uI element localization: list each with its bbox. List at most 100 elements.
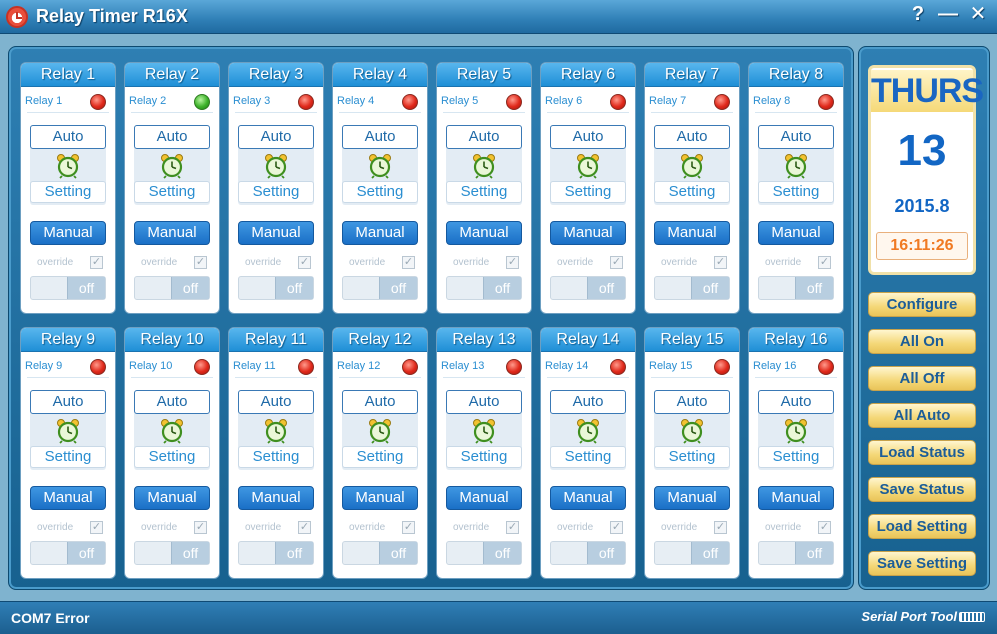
manual-button[interactable]: Manual xyxy=(134,486,210,510)
brand-logo: Serial Port Tool xyxy=(861,609,985,624)
override-checkbox[interactable]: ✓ xyxy=(714,521,727,534)
manual-button[interactable]: Manual xyxy=(550,221,626,245)
override-checkbox[interactable]: ✓ xyxy=(506,521,519,534)
setting-button[interactable]: Setting xyxy=(758,181,834,203)
relay-title: Relay 7 xyxy=(645,63,739,87)
manual-button[interactable]: Manual xyxy=(30,221,106,245)
manual-button[interactable]: Manual xyxy=(238,486,314,510)
setting-button[interactable]: Setting xyxy=(342,181,418,203)
configure-button[interactable]: Configure xyxy=(868,292,976,317)
relay-toggle-switch[interactable]: off xyxy=(758,541,834,565)
all-on-button[interactable]: All On xyxy=(868,329,976,354)
setting-button[interactable]: Setting xyxy=(238,446,314,468)
auto-button[interactable]: Auto xyxy=(238,125,314,149)
auto-button[interactable]: Auto xyxy=(758,125,834,149)
override-checkbox[interactable]: ✓ xyxy=(298,521,311,534)
relay-toggle-switch[interactable]: off xyxy=(342,541,418,565)
manual-button[interactable]: Manual xyxy=(30,486,106,510)
relay-toggle-switch[interactable]: off xyxy=(342,276,418,300)
setting-button[interactable]: Setting xyxy=(30,181,106,203)
all-auto-button[interactable]: All Auto xyxy=(868,403,976,428)
auto-button[interactable]: Auto xyxy=(238,390,314,414)
minimize-button[interactable]: — xyxy=(935,3,961,27)
override-checkbox[interactable]: ✓ xyxy=(194,256,207,269)
manual-button[interactable]: Manual xyxy=(758,221,834,245)
override-checkbox[interactable]: ✓ xyxy=(610,256,623,269)
setting-button[interactable]: Setting xyxy=(134,446,210,468)
relay-toggle-switch[interactable]: off xyxy=(134,276,210,300)
setting-button[interactable]: Setting xyxy=(134,181,210,203)
manual-button[interactable]: Manual xyxy=(238,221,314,245)
relay-toggle-switch[interactable]: off xyxy=(550,276,626,300)
load-setting-button[interactable]: Load Setting xyxy=(868,514,976,539)
auto-button[interactable]: Auto xyxy=(342,390,418,414)
auto-button[interactable]: Auto xyxy=(134,125,210,149)
override-checkbox[interactable]: ✓ xyxy=(818,521,831,534)
auto-button[interactable]: Auto xyxy=(550,390,626,414)
setting-button[interactable]: Setting xyxy=(550,181,626,203)
auto-button[interactable]: Auto xyxy=(654,390,730,414)
save-setting-button[interactable]: Save Setting xyxy=(868,551,976,576)
override-checkbox[interactable]: ✓ xyxy=(90,256,103,269)
manual-button[interactable]: Manual xyxy=(342,221,418,245)
setting-button[interactable]: Setting xyxy=(654,181,730,203)
setting-button[interactable]: Setting xyxy=(550,446,626,468)
manual-button[interactable]: Manual xyxy=(446,221,522,245)
serial-port-icon xyxy=(959,611,985,622)
relay-toggle-switch[interactable]: off xyxy=(238,276,314,300)
auto-button[interactable]: Auto xyxy=(654,125,730,149)
manual-button[interactable]: Manual xyxy=(342,486,418,510)
override-checkbox[interactable]: ✓ xyxy=(818,256,831,269)
manual-button[interactable]: Manual xyxy=(550,486,626,510)
manual-button[interactable]: Manual xyxy=(134,221,210,245)
relay-toggle-switch[interactable]: off xyxy=(134,541,210,565)
help-button[interactable]: ? xyxy=(905,3,931,27)
setting-button[interactable]: Setting xyxy=(30,446,106,468)
setting-button[interactable]: Setting xyxy=(446,181,522,203)
auto-button[interactable]: Auto xyxy=(550,125,626,149)
override-checkbox[interactable]: ✓ xyxy=(610,521,623,534)
setting-button[interactable]: Setting xyxy=(342,446,418,468)
relay-toggle-switch[interactable]: off xyxy=(654,276,730,300)
override-checkbox[interactable]: ✓ xyxy=(298,256,311,269)
all-off-button[interactable]: All Off xyxy=(868,366,976,391)
override-checkbox[interactable]: ✓ xyxy=(714,256,727,269)
override-row: override ✓ xyxy=(550,520,626,536)
auto-button[interactable]: Auto xyxy=(30,125,106,149)
manual-button[interactable]: Manual xyxy=(758,486,834,510)
relay-toggle-switch[interactable]: off xyxy=(446,276,522,300)
auto-button[interactable]: Auto xyxy=(446,125,522,149)
alarm-clock-icon xyxy=(368,153,392,179)
auto-button[interactable]: Auto xyxy=(342,125,418,149)
relay-toggle-switch[interactable]: off xyxy=(654,541,730,565)
relay-toggle-switch[interactable]: off xyxy=(446,541,522,565)
manual-button[interactable]: Manual xyxy=(446,486,522,510)
override-checkbox[interactable]: ✓ xyxy=(402,521,415,534)
relay-card: Relay 13 Relay 13 Auto Setting Manual overrid… xyxy=(436,327,532,579)
relay-toggle-switch[interactable]: off xyxy=(550,541,626,565)
override-checkbox[interactable]: ✓ xyxy=(506,256,519,269)
setting-button[interactable]: Setting xyxy=(758,446,834,468)
relay-toggle-switch[interactable]: off xyxy=(30,276,106,300)
auto-mode-group: Auto Setting xyxy=(342,125,418,205)
relay-toggle-switch[interactable]: off xyxy=(238,541,314,565)
auto-button[interactable]: Auto xyxy=(30,390,106,414)
relay-title: Relay 13 xyxy=(437,328,531,352)
save-status-button[interactable]: Save Status xyxy=(868,477,976,502)
close-button[interactable]: ✕ xyxy=(965,3,991,27)
alarm-clock-icon xyxy=(264,418,288,444)
setting-button[interactable]: Setting xyxy=(446,446,522,468)
manual-button[interactable]: Manual xyxy=(654,486,730,510)
auto-button[interactable]: Auto xyxy=(758,390,834,414)
manual-button[interactable]: Manual xyxy=(654,221,730,245)
setting-button[interactable]: Setting xyxy=(238,181,314,203)
load-status-button[interactable]: Load Status xyxy=(868,440,976,465)
override-checkbox[interactable]: ✓ xyxy=(402,256,415,269)
override-checkbox[interactable]: ✓ xyxy=(90,521,103,534)
auto-button[interactable]: Auto xyxy=(446,390,522,414)
relay-toggle-switch[interactable]: off xyxy=(30,541,106,565)
relay-toggle-switch[interactable]: off xyxy=(758,276,834,300)
auto-button[interactable]: Auto xyxy=(134,390,210,414)
setting-button[interactable]: Setting xyxy=(654,446,730,468)
override-checkbox[interactable]: ✓ xyxy=(194,521,207,534)
